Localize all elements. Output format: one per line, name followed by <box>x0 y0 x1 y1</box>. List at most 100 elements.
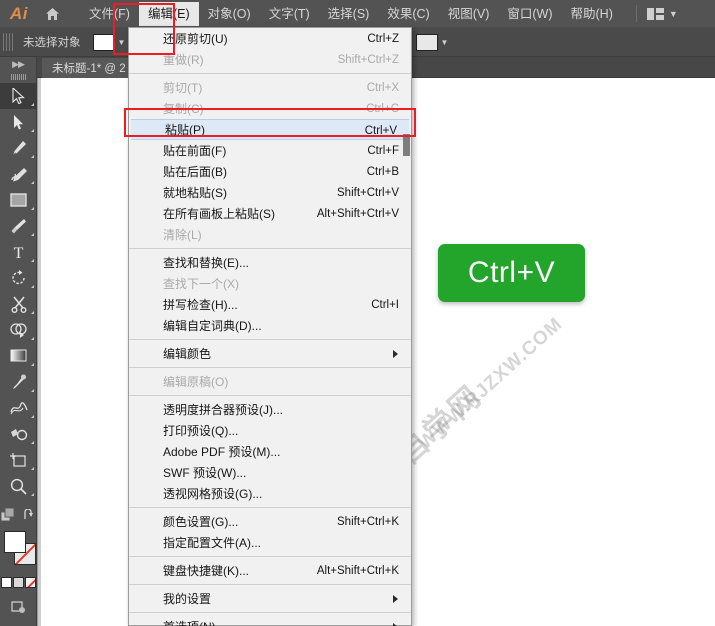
menu-item[interactable]: 透明度拼合器预设(J)... <box>129 399 411 420</box>
selection-status: 未选择对象 <box>23 37 81 49</box>
direct-selection-tool[interactable] <box>0 109 37 135</box>
menu-item-shortcut: Ctrl+V <box>364 124 397 137</box>
chevron-down-icon[interactable]: ▼ <box>118 38 126 47</box>
menu-item[interactable]: 透视网格预设(G)... <box>129 483 411 504</box>
menu-item: 重做(R) Shift+Ctrl+Z <box>129 49 411 70</box>
fill-swatch-white[interactable] <box>4 531 26 553</box>
menu-item-label: 编辑自定词典(D)... <box>163 319 262 333</box>
menu-item[interactable]: 在所有画板上粘贴(S) Alt+Shift+Ctrl+V <box>129 203 411 224</box>
menu-item[interactable]: 键盘快捷键(K)... Alt+Shift+Ctrl+K <box>129 560 411 581</box>
pencil-tool[interactable] <box>0 161 37 187</box>
home-icon[interactable] <box>38 0 66 28</box>
menu-bar-item-2[interactable]: 对象(O) <box>199 2 260 26</box>
scissors-tool[interactable] <box>0 291 37 317</box>
screen-mode-icon[interactable] <box>0 620 37 626</box>
menu-item-label: SWF 预设(W)... <box>163 466 247 480</box>
menu-separator <box>129 556 411 557</box>
drawing-mode-icon[interactable] <box>0 594 37 620</box>
menu-separator <box>129 248 411 249</box>
zoom-tool[interactable] <box>0 473 37 499</box>
arrange-documents-icon[interactable]: ▼ <box>646 7 678 20</box>
tools-panel-handle[interactable] <box>0 71 37 83</box>
menu-bar-item-7[interactable]: 窗口(W) <box>498 2 561 26</box>
color-mode-buttons[interactable] <box>0 577 36 588</box>
menu-item[interactable]: 粘贴(P) Ctrl+V <box>131 119 409 140</box>
menu-bar-item-0[interactable]: 文件(F) <box>80 2 139 26</box>
menu-item-shortcut: Alt+Shift+Ctrl+K <box>316 564 399 577</box>
menu-item-label: 查找和替换(E)... <box>163 256 249 270</box>
menu-item[interactable]: 打印预设(Q)... <box>129 420 411 441</box>
pasted-shape[interactable]: Ctrl+V <box>438 244 585 302</box>
submenu-arrow-icon <box>393 594 398 603</box>
menu-item[interactable]: 编辑自定词典(D)... <box>129 315 411 336</box>
menu-item-shortcut: Ctrl+I <box>371 298 399 311</box>
type-tool[interactable]: T <box>0 239 37 265</box>
artboard-tool[interactable] <box>0 447 37 473</box>
blend-tool[interactable] <box>0 395 37 421</box>
pen-tool[interactable] <box>0 135 37 161</box>
tools-panel-grip[interactable]: ▶▶ <box>0 57 36 71</box>
menu-bar-item-3[interactable]: 文字(T) <box>260 2 319 26</box>
menu-separator <box>129 395 411 396</box>
menu-separator <box>129 367 411 368</box>
menu-separator <box>129 612 411 613</box>
menu-item: 编辑原稿(O) <box>129 371 411 392</box>
menu-item[interactable]: 查找和替换(E)... <box>129 252 411 273</box>
menu-item-shortcut: Shift+Ctrl+Z <box>337 53 399 66</box>
menu-item[interactable]: 就地粘贴(S) Shift+Ctrl+V <box>129 182 411 203</box>
menu-item-shortcut: Ctrl+C <box>366 102 399 115</box>
menu-item[interactable]: SWF 预设(W)... <box>129 462 411 483</box>
menu-bar-item-8[interactable]: 帮助(H) <box>562 2 622 26</box>
edit-dropdown-menu[interactable]: 还原剪切(U) Ctrl+Z 重做(R) Shift+Ctrl+Z 剪切(T) Ctrl+… <box>128 27 412 626</box>
selection-tool[interactable] <box>0 83 37 109</box>
menu-item-label: 清除(L) <box>163 228 202 242</box>
menu-item[interactable]: 贴在后面(B) Ctrl+B <box>129 161 411 182</box>
menu-item[interactable]: 还原剪切(U) Ctrl+Z <box>129 28 411 49</box>
menu-item-label: 指定配置文件(A)... <box>163 536 261 550</box>
fill-stroke-swatches[interactable] <box>0 529 37 575</box>
menu-item-shortcut: Alt+Shift+Ctrl+V <box>316 207 399 220</box>
menu-item[interactable]: 指定配置文件(A)... <box>129 532 411 553</box>
menu-item[interactable]: 我的设置 <box>129 588 411 609</box>
chevron-down-icon: ▼ <box>668 8 678 19</box>
symbol-sprayer-tool[interactable] <box>0 421 37 447</box>
menu-item[interactable]: Adobe PDF 预设(M)... <box>129 441 411 462</box>
menu-item-label: 颜色设置(G)... <box>163 515 239 529</box>
control-bar-grip[interactable] <box>3 33 13 51</box>
menu-bar-item-6[interactable]: 视图(V) <box>439 2 499 26</box>
menu-item[interactable]: 编辑颜色 <box>129 343 411 364</box>
menu-bar-item-1[interactable]: 编辑(E) <box>138 1 199 26</box>
shape-builder-tool[interactable] <box>0 317 37 343</box>
rotate-tool[interactable] <box>0 265 37 291</box>
menu-item[interactable]: 拼写检查(H)... Ctrl+I <box>129 294 411 315</box>
menu-item-shortcut: Ctrl+Z <box>367 32 399 45</box>
menu-item-label: 透明度拼合器预设(J)... <box>163 403 283 417</box>
none-button[interactable] <box>24 577 36 588</box>
menu-item[interactable]: 首选项(N) <box>129 616 411 626</box>
menu-item[interactable]: 颜色设置(G)... Shift+Ctrl+K <box>129 511 411 532</box>
menu-bar-item-5[interactable]: 效果(C) <box>378 2 438 26</box>
menu-scrollbar-thumb[interactable] <box>403 134 410 156</box>
chevron-down-icon[interactable]: ▼ <box>441 38 449 47</box>
watermark-line2: WWW.RJZXW.COM <box>414 313 567 454</box>
paintbrush-tool[interactable] <box>0 213 37 239</box>
vertical-ruler <box>38 78 41 626</box>
gradient-tool[interactable] <box>0 343 37 369</box>
fill-color-swatch[interactable] <box>92 33 115 51</box>
menu-bar-item-4[interactable]: 选择(S) <box>319 2 379 26</box>
gradient-button[interactable] <box>12 577 24 588</box>
pasted-shape-label: Ctrl+V <box>467 256 556 289</box>
menu-item-shortcut: Shift+Ctrl+V <box>337 186 399 199</box>
rectangle-tool[interactable] <box>0 187 37 213</box>
menu-item-label: Adobe PDF 预设(M)... <box>163 445 281 459</box>
document-tab[interactable]: 未标题-1* @ 2 <box>42 58 136 78</box>
eyedropper-tool[interactable] <box>0 369 37 395</box>
menu-item-label: 首选项(N) <box>163 618 216 626</box>
menu-item-label: 剪切(T) <box>163 81 203 95</box>
menu-item-shortcut: Ctrl+B <box>366 165 399 178</box>
menu-item[interactable]: 贴在前面(F) Ctrl+F <box>129 140 411 161</box>
menu-bar: Ai 文件(F) 编辑(E) 对象(O) 文字(T) 选择(S) 效果(C) 视图(V) 窗口… <box>0 0 715 28</box>
color-button[interactable] <box>0 577 12 588</box>
style-swatch[interactable] <box>415 33 438 51</box>
app-logo: Ai <box>10 3 28 23</box>
